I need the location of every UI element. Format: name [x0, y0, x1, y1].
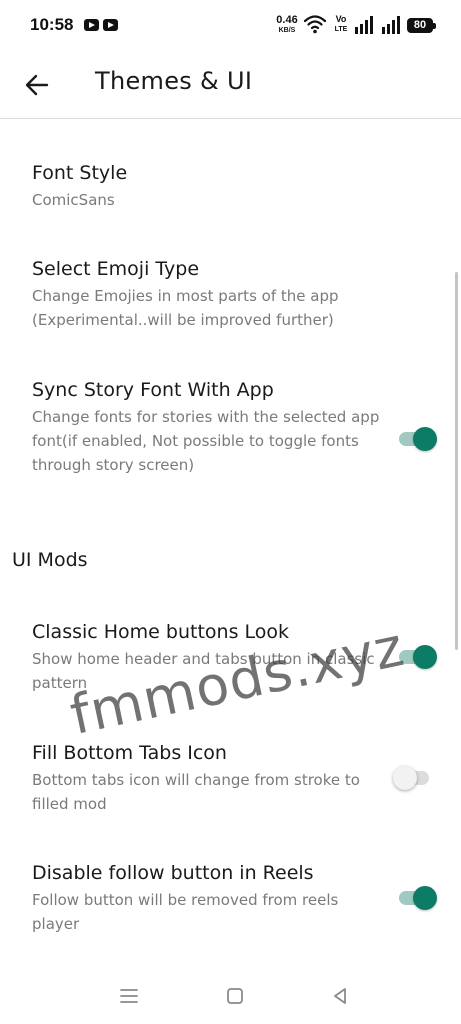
page-title: Themes & UI [95, 67, 253, 95]
status-time: 10:58 [30, 15, 74, 34]
arrow-left-icon[interactable] [22, 70, 52, 100]
youtube-notification-icon [84, 19, 99, 31]
pref-fill-bottom-tabs-icon[interactable]: Fill Bottom Tabs Icon Bottom tabs icon w… [32, 740, 382, 816]
pref-title: Fill Bottom Tabs Icon [32, 742, 227, 764]
pref-summary: Bottom tabs icon will change from stroke… [32, 771, 360, 813]
pref-sync-story-font[interactable]: Sync Story Font With App Change fonts fo… [32, 377, 382, 477]
network-speed: 0.46 KB/S [274, 14, 300, 35]
section-header-ui-mods: UI Mods [12, 549, 88, 571]
signal-icon [355, 16, 373, 34]
pref-title: Font Style [32, 162, 128, 184]
switch-thumb [393, 766, 417, 790]
pref-title: Disable follow button in Reels [32, 862, 314, 884]
switch-thumb [413, 427, 437, 451]
menu-icon[interactable] [117, 984, 141, 1008]
pref-summary: ComicSans [32, 191, 115, 209]
pref-title: Sync Story Font With App [32, 379, 274, 401]
switch-thumb [413, 886, 437, 910]
pref-font-style[interactable]: Font Style ComicSans [32, 160, 382, 212]
pref-summary: Change fonts for stories with the select… [32, 408, 380, 474]
volte-top: Vo [335, 14, 347, 24]
triangle-back-icon[interactable] [328, 984, 352, 1008]
switch-thumb [413, 645, 437, 669]
app-bar: Themes & UI [0, 52, 461, 119]
youtube-notification-icon [103, 19, 118, 31]
volte-bottom: LTE [334, 26, 348, 33]
navigation-bar [0, 970, 461, 1024]
pref-title: Select Emoji Type [32, 258, 200, 280]
battery-level: 80 [413, 19, 427, 31]
classic-home-buttons-switch[interactable] [393, 643, 439, 671]
sync-story-font-switch[interactable] [393, 425, 439, 453]
network-speed-value: 0.46 [276, 14, 298, 26]
network-speed-unit: KB/S [278, 27, 296, 34]
pref-summary: Change Emojies in most parts of the app … [32, 287, 339, 329]
battery-icon: 80 [407, 18, 436, 33]
scrollbar[interactable] [455, 272, 458, 650]
pref-select-emoji-type[interactable]: Select Emoji Type Change Emojies in most… [32, 256, 382, 332]
pref-classic-home-buttons[interactable]: Classic Home buttons Look Show home head… [32, 619, 382, 695]
home-square-icon[interactable] [223, 984, 247, 1008]
pref-summary: Show home header and tabs button in clas… [32, 650, 375, 692]
pref-disable-follow-button-reels[interactable]: Disable follow button in Reels Follow bu… [32, 860, 382, 936]
disable-follow-button-reels-switch[interactable] [393, 884, 439, 912]
pref-summary: Follow button will be removed from reels… [32, 891, 339, 933]
pref-title: Classic Home buttons Look [32, 621, 290, 643]
volte-indicator: Vo LTE [330, 14, 352, 34]
status-bar: 10:58 0.46 KB/S Vo LTE 80 [0, 0, 461, 52]
wifi-icon [304, 15, 326, 34]
signal-icon [382, 16, 400, 34]
fill-bottom-tabs-icon-switch[interactable] [393, 764, 439, 792]
